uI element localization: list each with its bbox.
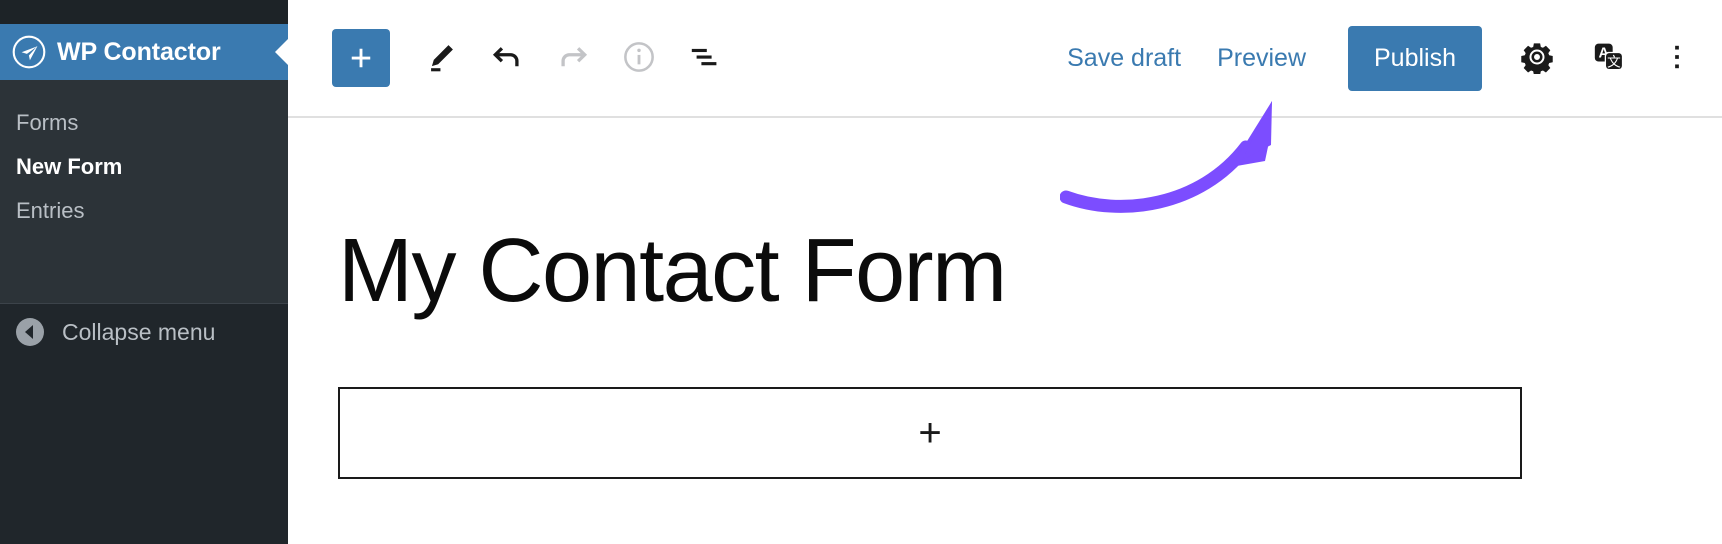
wordpress-block-editor-screen: WP Contactor Forms New Form Entries Coll…: [0, 0, 1722, 544]
add-block-button[interactable]: [332, 29, 390, 87]
sidebar-item-forms[interactable]: Forms: [0, 101, 288, 145]
sidebar-menu: Forms New Form Entries: [0, 80, 288, 233]
more-options-button[interactable]: [1650, 25, 1704, 91]
redo-button[interactable]: [542, 27, 604, 89]
editor-header-left-tools: [332, 27, 736, 89]
editor-canvas: My Contact Form +: [288, 118, 1722, 544]
paper-plane-icon: [12, 35, 46, 69]
chevron-left-circle-icon: [16, 318, 44, 346]
block-appender[interactable]: +: [338, 387, 1522, 479]
sidebar-footer: Collapse menu: [0, 303, 288, 544]
page-title[interactable]: My Contact Form: [338, 226, 1007, 316]
collapse-menu-label: Collapse menu: [62, 318, 216, 345]
editor-header-right-actions: Save draft Preview Publish A 文: [1049, 25, 1704, 91]
redo-arrow-icon: [555, 39, 591, 78]
admin-topbar: [0, 0, 288, 24]
publish-button[interactable]: Publish: [1348, 25, 1482, 91]
preview-button[interactable]: Preview: [1199, 36, 1324, 81]
save-draft-button[interactable]: Save draft: [1049, 36, 1199, 81]
sidebar-item-new-form[interactable]: New Form: [0, 145, 288, 189]
more-vertical-icon: [1661, 41, 1693, 76]
plus-icon: [346, 43, 376, 73]
collapse-menu-button[interactable]: Collapse menu: [16, 318, 215, 346]
admin-sidebar: WP Contactor Forms New Form Entries Coll…: [0, 0, 289, 544]
active-item-notch: [275, 38, 289, 66]
edit-tool-button[interactable]: [410, 27, 472, 89]
svg-text:文: 文: [1607, 54, 1621, 70]
sidebar-item-entries[interactable]: Entries: [0, 189, 288, 233]
settings-button[interactable]: [1504, 25, 1570, 91]
sidebar-brand-label: WP Contactor: [57, 37, 221, 66]
list-view-icon: [687, 39, 723, 78]
sidebar-brand-item[interactable]: WP Contactor: [0, 24, 289, 80]
undo-arrow-icon: [489, 39, 525, 78]
pencil-icon: [424, 40, 458, 77]
editor-header-toolbar: Save draft Preview Publish A 文: [288, 0, 1722, 118]
editor-region: Save draft Preview Publish A 文 My Contac…: [288, 0, 1722, 544]
undo-button[interactable]: [476, 27, 538, 89]
translate-button[interactable]: A 文: [1576, 25, 1642, 91]
plus-icon: +: [918, 411, 942, 455]
gear-icon: [1520, 40, 1554, 77]
list-view-button[interactable]: [674, 27, 736, 89]
info-circle-icon: [621, 39, 657, 78]
details-button[interactable]: [608, 27, 670, 89]
translate-icon: A 文: [1592, 40, 1626, 77]
